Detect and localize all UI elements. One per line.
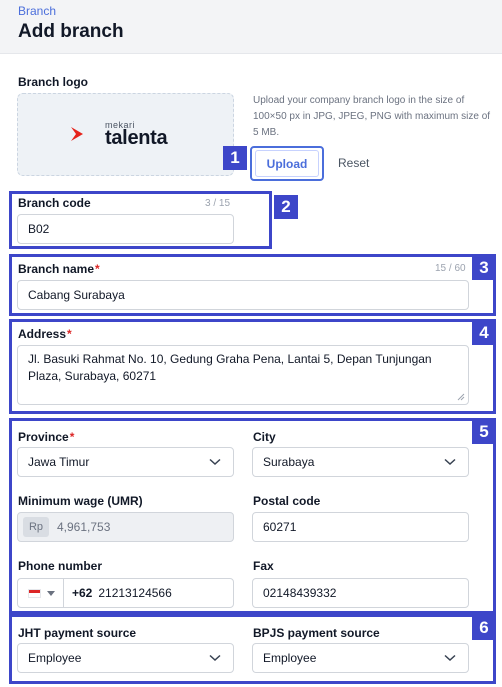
annotation-badge-6: 6 <box>472 616 496 640</box>
annotation-box-6 <box>9 614 496 684</box>
branch-logo-label: Branch logo <box>18 75 89 89</box>
reset-button[interactable]: Reset <box>338 156 369 170</box>
annotation-box-4 <box>9 319 496 414</box>
annotation-box-5 <box>9 418 496 614</box>
mekari-mark-icon <box>71 127 83 141</box>
annotation-badge-3: 3 <box>472 256 496 280</box>
upload-button-label: Upload <box>255 150 319 177</box>
annotation-box-3 <box>9 254 496 316</box>
upload-help-text: Upload your company branch logo in the s… <box>253 95 491 138</box>
annotation-badge-5: 5 <box>472 420 496 444</box>
annotation-badge-4: 4 <box>472 321 496 345</box>
page-title: Add branch <box>18 21 124 42</box>
annotation-badge-2: 2 <box>274 195 298 219</box>
annotation-badge-1: 1 <box>223 146 247 170</box>
logo-brand-big: talenta <box>105 127 168 149</box>
page-header: Branch Add branch <box>0 0 502 54</box>
annotation-box-2 <box>9 191 272 249</box>
logo-dropzone[interactable]: mekari talenta <box>17 93 234 176</box>
breadcrumb[interactable]: Branch <box>18 4 56 18</box>
upload-button[interactable]: Upload <box>250 146 324 181</box>
